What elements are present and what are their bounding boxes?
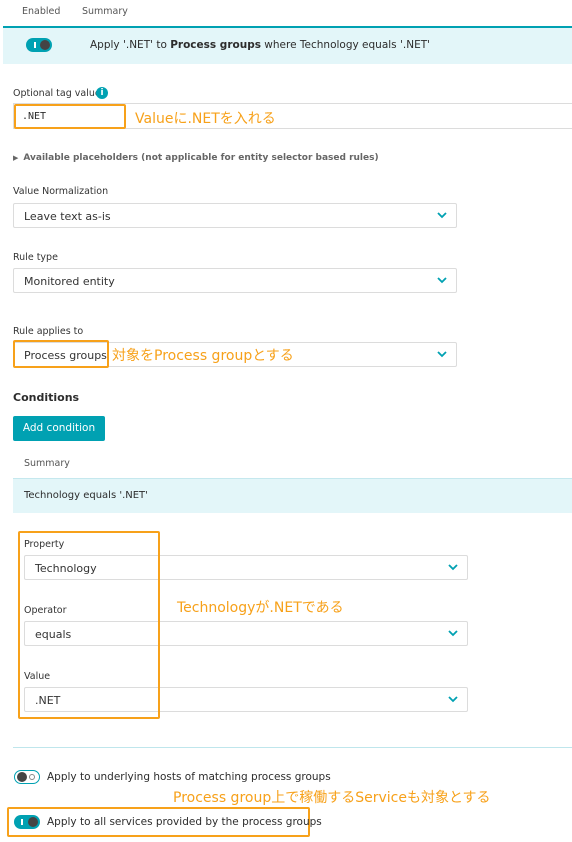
hosts-option-label: Apply to underlying hosts of matching pr… <box>47 771 331 783</box>
services-toggle[interactable] <box>14 815 40 829</box>
add-condition-button[interactable]: Add condition <box>13 416 105 441</box>
condition-summary-header: Summary <box>24 458 70 469</box>
value-normalization-label: Value Normalization <box>13 186 109 197</box>
column-header-enabled: Enabled <box>22 6 61 17</box>
chevron-down-icon <box>437 277 447 284</box>
annotation-box <box>18 531 160 719</box>
rule-applies-label: Rule applies to <box>13 326 84 337</box>
annotation-text: Process group上で稼働するServiceも対象とする <box>173 790 491 806</box>
chevron-down-icon <box>448 696 458 703</box>
annotation-box <box>14 104 126 129</box>
triangle-right-icon: ▶ <box>13 154 19 162</box>
placeholders-expander[interactable]: ▶ Available placeholders (not applicable … <box>13 153 379 163</box>
condition-summary-text: Technology equals '.NET' <box>24 490 148 501</box>
value-normalization-select[interactable]: Leave text as-is <box>13 203 457 228</box>
rule-summary-row[interactable]: Apply '.NET' to Process groups where Tec… <box>3 28 572 64</box>
annotation-text: 対象をProcess groupとする <box>112 348 294 364</box>
condition-summary-row[interactable]: Technology equals '.NET' <box>13 478 572 513</box>
rule-type-label: Rule type <box>13 252 58 263</box>
annotation-box <box>13 340 109 368</box>
chevron-down-icon <box>448 564 458 571</box>
hosts-toggle[interactable] <box>14 770 40 784</box>
chevron-down-icon <box>448 630 458 637</box>
conditions-heading: Conditions <box>13 391 80 404</box>
rule-enabled-toggle[interactable] <box>26 38 52 52</box>
chevron-down-icon <box>437 351 447 358</box>
chevron-down-icon <box>437 212 447 219</box>
tag-value-label: Optional tag value <box>13 88 101 99</box>
section-divider <box>13 747 572 748</box>
rule-type-select[interactable]: Monitored entity <box>13 268 457 293</box>
column-header-summary: Summary <box>82 6 128 17</box>
rule-summary-text: Apply '.NET' to Process groups where Tec… <box>90 39 430 51</box>
annotation-text: Valueに.NETを入れる <box>135 111 276 127</box>
services-option-label: Apply to all services provided by the pr… <box>47 816 322 828</box>
annotation-text: Technologyが.NETである <box>177 600 344 616</box>
info-icon[interactable]: i <box>96 87 108 99</box>
